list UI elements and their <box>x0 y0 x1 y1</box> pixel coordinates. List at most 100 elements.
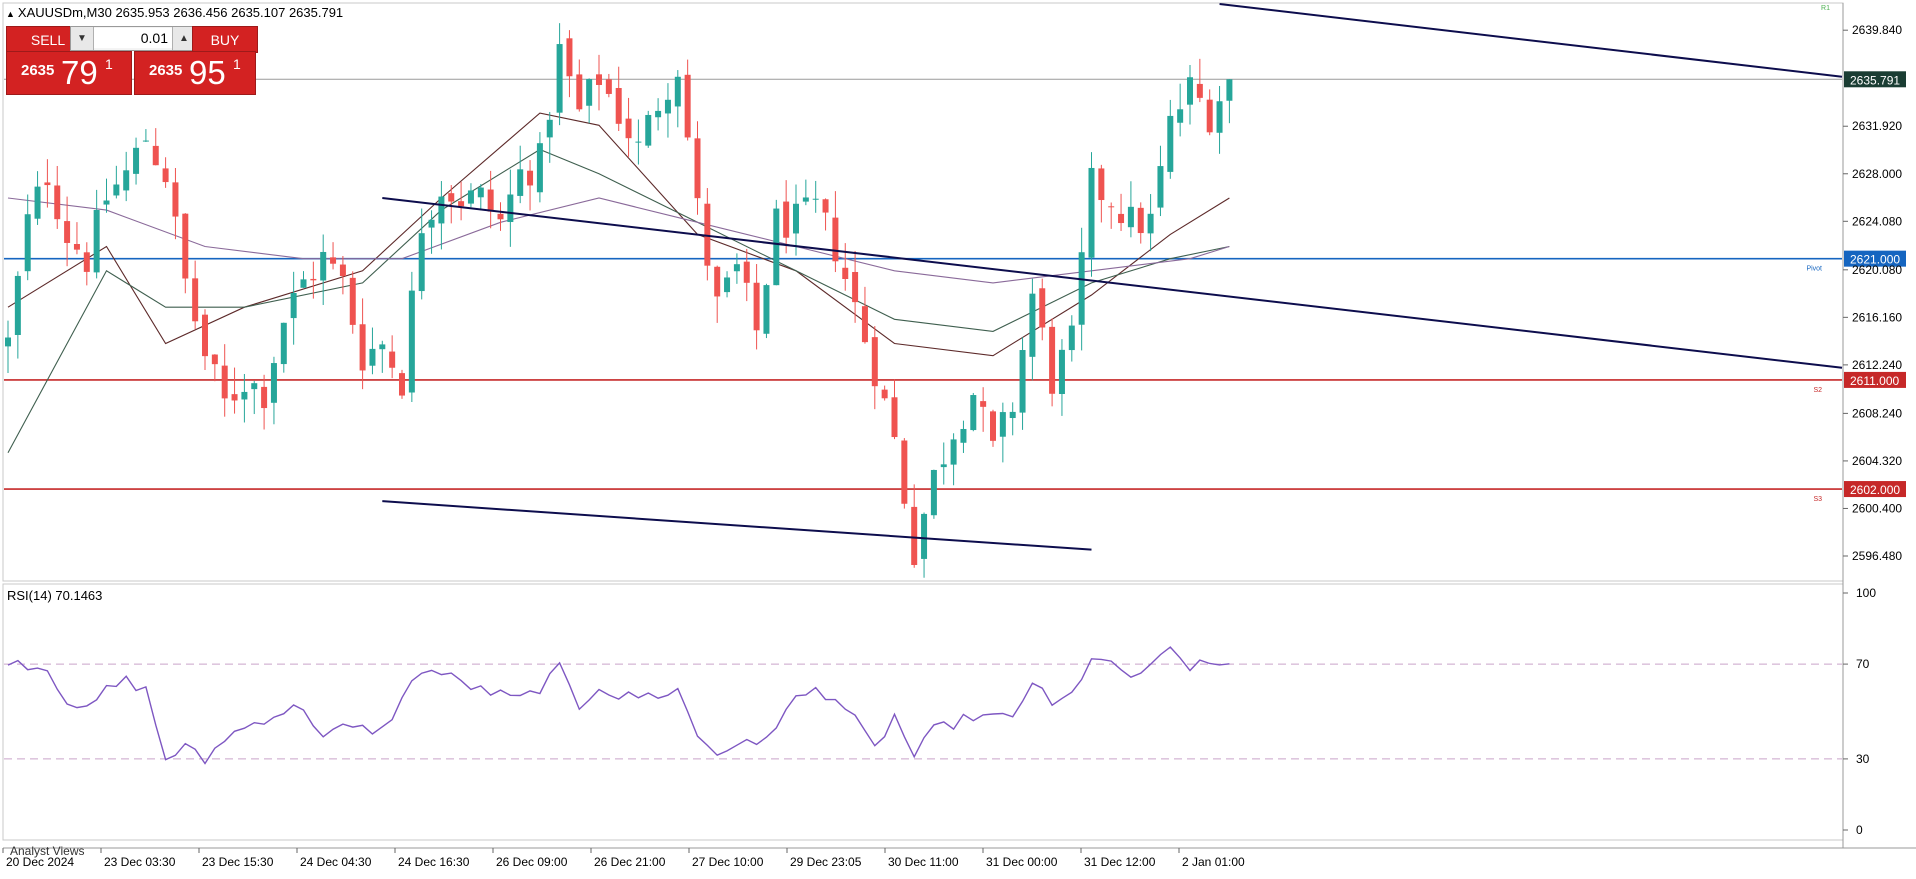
price-tick-label: 2604.320 <box>1852 454 1902 468</box>
candle-body <box>891 397 898 438</box>
price-tick-label: 2616.160 <box>1852 310 1902 324</box>
candle-body <box>635 141 642 143</box>
candle <box>5 320 11 373</box>
candle <box>438 181 445 250</box>
price-tick-label: 2620.080 <box>1852 263 1902 277</box>
candle <box>664 83 671 138</box>
trend-line[interactable] <box>1219 3 1843 78</box>
candle <box>211 354 218 382</box>
candle-body <box>280 322 287 365</box>
candle <box>1039 278 1046 341</box>
candle-body <box>576 74 583 110</box>
time-tick-label: 24 Dec 04:30 <box>300 855 372 869</box>
analyst-views-label[interactable]: Analyst Views <box>10 844 84 858</box>
candle <box>1167 99 1174 179</box>
candle <box>743 248 750 302</box>
lot-size-stepper[interactable]: ▼ ▲ <box>70 26 196 51</box>
time-tick-label: 29 Dec 23:05 <box>790 855 862 869</box>
candle-body <box>684 74 691 138</box>
candle-body <box>546 119 553 138</box>
candle <box>1068 315 1075 362</box>
candle-body <box>1108 206 1115 208</box>
candle <box>655 98 662 131</box>
candle-body <box>793 203 799 234</box>
time-tick-label: 23 Dec 03:30 <box>104 855 176 869</box>
candle-body <box>467 190 474 204</box>
candle <box>359 298 366 390</box>
candle-body <box>753 282 760 331</box>
buy-button[interactable]: BUY <box>192 26 258 53</box>
time-tick-label: 31 Dec 12:00 <box>1084 855 1156 869</box>
candle-body <box>596 74 602 85</box>
price-tick-label: 2628.000 <box>1852 167 1902 181</box>
candle <box>487 170 494 229</box>
candle-body <box>241 391 248 400</box>
candle-body <box>1137 207 1144 234</box>
candle-body <box>408 290 415 393</box>
chart-canvas[interactable]: Pivot S2 S3 R1 2639.840 2635.791 2631.920 2628… <box>0 0 1916 874</box>
candle-body <box>960 428 967 443</box>
candle-body <box>113 184 120 196</box>
candle <box>832 191 839 273</box>
price-tick-label: 2639.840 <box>1852 23 1902 37</box>
candle <box>73 222 80 255</box>
candle-body <box>221 365 228 399</box>
candle-body <box>123 170 130 191</box>
candle-body <box>783 201 790 238</box>
candle <box>1029 278 1036 381</box>
candle-body <box>1127 206 1134 228</box>
candle <box>999 402 1006 463</box>
sell-price-button[interactable]: 2635 79 1 <box>6 51 132 95</box>
lot-decrease-icon[interactable]: ▼ <box>71 27 94 50</box>
candle <box>576 59 583 112</box>
candle-body <box>300 279 307 288</box>
candle <box>339 255 346 295</box>
candle <box>921 512 928 578</box>
candle <box>123 151 130 202</box>
candle <box>783 180 790 254</box>
candle-body <box>83 252 90 272</box>
candle-body <box>822 199 829 213</box>
candle <box>871 326 878 410</box>
candle <box>812 180 819 213</box>
candle <box>1187 65 1193 125</box>
candle-body <box>832 217 839 262</box>
candle <box>24 194 31 281</box>
candle-body <box>24 214 31 272</box>
candle <box>842 243 849 291</box>
buy-price-button[interactable]: 2635 95 1 <box>134 51 256 95</box>
candle <box>83 242 90 286</box>
price-tag: 2602.000 <box>1850 483 1900 497</box>
candle-body <box>44 182 51 186</box>
price-tick-label: 2596.480 <box>1852 549 1902 563</box>
trading-chart[interactable]: Pivot S2 S3 R1 2639.840 2635.791 2631.920 2628… <box>0 0 1916 874</box>
lot-size-input[interactable] <box>94 28 172 48</box>
candle-body <box>694 138 701 199</box>
trend-line[interactable] <box>382 197 1843 369</box>
trend-line[interactable] <box>382 500 1092 551</box>
time-tick-label: 23 Dec 15:30 <box>202 855 274 869</box>
candle <box>940 442 947 485</box>
candle <box>930 469 937 519</box>
candle-body <box>261 386 268 409</box>
candle-body <box>881 389 888 399</box>
candle <box>152 128 159 166</box>
time-tick-label: 27 Dec 10:00 <box>692 855 764 869</box>
candle-body <box>73 244 80 250</box>
candle <box>1206 89 1213 136</box>
candle <box>615 66 622 132</box>
candle-body <box>349 277 356 325</box>
candle-body <box>270 363 277 403</box>
candle-body <box>142 140 149 142</box>
candle-body <box>901 440 908 504</box>
candle <box>320 234 327 305</box>
collapse-triangle-icon[interactable]: ▲ <box>6 9 15 19</box>
candle <box>527 160 534 211</box>
price-tick-label: 2612.240 <box>1852 358 1902 372</box>
candle-body <box>930 469 937 516</box>
candle-body <box>1009 411 1016 419</box>
candle <box>142 129 149 142</box>
candle-body <box>1196 83 1203 98</box>
candle-body <box>714 266 721 297</box>
candle-body <box>852 271 859 303</box>
